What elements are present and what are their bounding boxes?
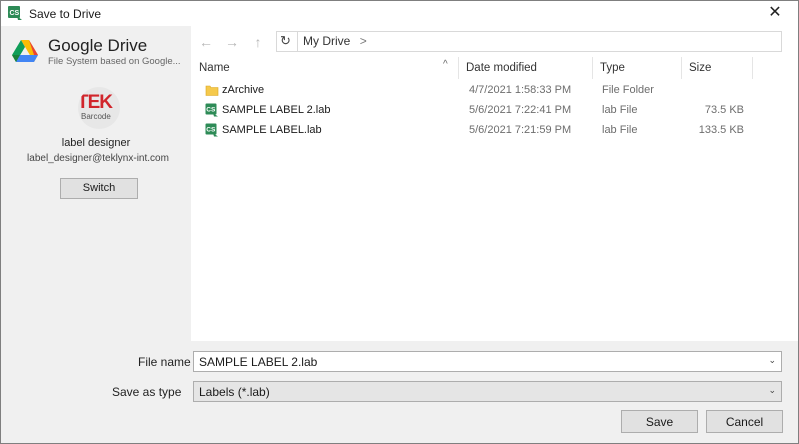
breadcrumb[interactable]: My Drive > (303, 34, 367, 48)
file-size: 133.5 KB (698, 124, 744, 136)
file-name-value[interactable]: SAMPLE LABEL 2.lab (199, 355, 317, 369)
switch-account-button[interactable]: Switch (60, 178, 138, 199)
file-list-header: Name Date modified Type Size (192, 57, 798, 79)
back-arrow-icon[interactable]: ← (197, 33, 215, 51)
column-size[interactable]: Size (682, 57, 752, 79)
refresh-icon[interactable]: ↻ (280, 33, 294, 49)
chevron-down-icon[interactable]: ⌄ (768, 355, 776, 366)
file-name-label: File name (138, 355, 191, 369)
cs-app-icon: CS (8, 6, 22, 20)
breadcrumb-my-drive[interactable]: My Drive (303, 34, 350, 48)
avatar-logo-text: TEK (78, 92, 113, 113)
column-name[interactable]: Name (192, 57, 457, 79)
provider-subtitle: File System based on Google... (48, 56, 181, 67)
table-row[interactable]: zArchive 4/7/2021 1:58:33 PM File Folder (192, 80, 798, 100)
window-title: Save to Drive (29, 7, 102, 21)
sort-ascending-icon: ^ (443, 59, 448, 70)
address-bar[interactable]: ↻ My Drive > (276, 31, 782, 52)
svg-text:CS: CS (10, 10, 20, 17)
column-divider[interactable] (752, 57, 753, 79)
file-size (192, 80, 744, 100)
avatar-logo-subtext: Barcode (81, 112, 111, 121)
user-email: label_designer@teklynx-int.com (27, 153, 169, 164)
up-arrow-icon[interactable]: ↑ (249, 33, 267, 51)
file-size: 73.5 KB (704, 104, 744, 116)
provider-title: Google Drive (48, 36, 148, 55)
table-row[interactable]: CS SAMPLE LABEL.lab 5/6/2021 7:21:59 PM … (192, 120, 798, 140)
forward-arrow-icon[interactable]: → (223, 33, 241, 51)
save-button[interactable]: Save (621, 410, 698, 433)
file-name-field[interactable]: SAMPLE LABEL 2.lab ⌄ (193, 351, 782, 372)
close-icon[interactable]: ✕ (752, 1, 798, 26)
save-as-type-value[interactable]: Labels (*.lab) (199, 385, 270, 399)
avatar: TEK Barcode (78, 87, 120, 129)
column-date-modified[interactable]: Date modified (459, 57, 592, 79)
table-row[interactable]: CS SAMPLE LABEL 2.lab 5/6/2021 7:22:41 P… (192, 100, 798, 120)
chevron-down-icon[interactable]: ⌄ (768, 385, 776, 396)
column-type[interactable]: Type (593, 57, 681, 79)
save-as-type-select[interactable]: Labels (*.lab) ⌄ (193, 381, 782, 402)
save-as-type-label: Save as type (112, 385, 182, 399)
save-dialog: CS Save to Drive ✕ Google Drive File Sys… (0, 0, 799, 444)
title-bar: CS Save to Drive ✕ (1, 1, 798, 26)
account-panel: Google Drive File System based on Google… (1, 26, 191, 341)
cancel-button[interactable]: Cancel (706, 410, 783, 433)
address-divider (297, 32, 298, 51)
google-drive-icon (12, 40, 38, 62)
user-name: label designer (61, 137, 131, 149)
breadcrumb-chevron-icon[interactable]: > (360, 34, 367, 48)
